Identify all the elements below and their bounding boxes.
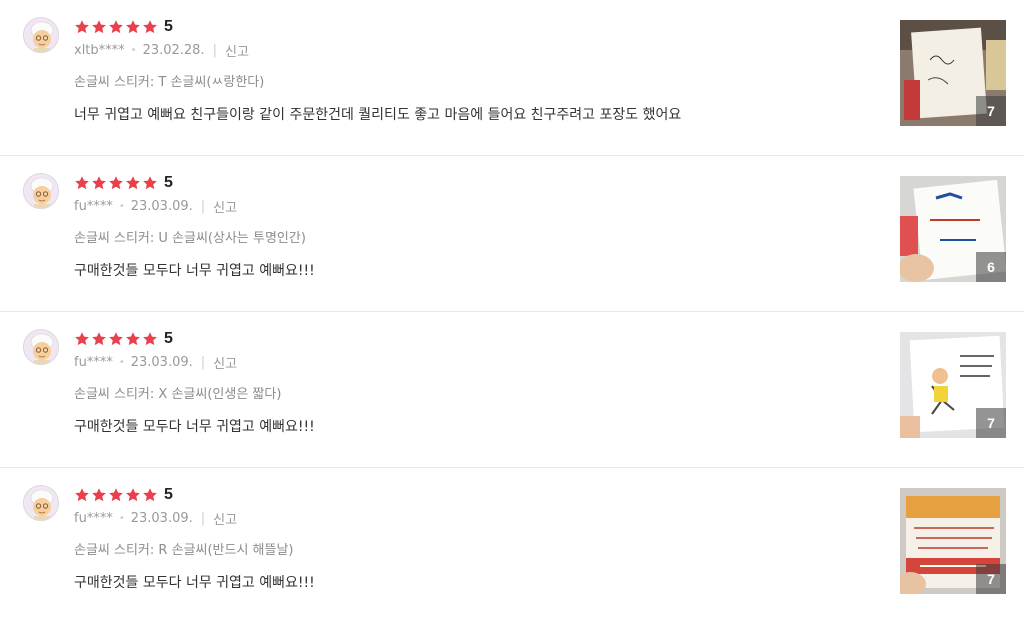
review-photo-thumbnail[interactable]: 7 xyxy=(900,332,1006,438)
report-link[interactable]: 신고 xyxy=(213,353,237,372)
character-avatar-icon xyxy=(24,18,58,52)
review-photo-thumbnail[interactable]: 6 xyxy=(900,176,1006,282)
reviewer-id: fu**** xyxy=(74,511,113,526)
star-icon xyxy=(75,20,89,34)
star-rating: 5 xyxy=(74,16,173,38)
star-icon xyxy=(92,488,106,502)
star-icon xyxy=(109,176,123,190)
stars xyxy=(74,331,158,347)
star-icon xyxy=(92,176,106,190)
review-photo-thumbnail[interactable]: 7 xyxy=(900,20,1006,126)
star-icon xyxy=(143,332,157,346)
meta-dot-separator: • xyxy=(118,201,125,212)
star-icon xyxy=(126,488,140,502)
review-meta: xltb**** • 23.02.28. | 신고 xyxy=(74,41,249,60)
review-text: 너무 귀엽고 예뻐요 친구들이랑 같이 주문한건데 퀄리티도 좋고 마음에 들어… xyxy=(74,107,682,123)
rating-score: 5 xyxy=(164,486,173,503)
photo-count-badge: 6 xyxy=(976,252,1006,282)
meta-bar-separator: | xyxy=(200,355,206,370)
user-avatar xyxy=(23,17,59,53)
stars xyxy=(74,487,158,503)
star-icon xyxy=(126,332,140,346)
star-icon xyxy=(109,20,123,34)
user-avatar xyxy=(23,173,59,209)
star-rating: 5 xyxy=(74,328,173,350)
stars xyxy=(74,175,158,191)
report-link[interactable]: 신고 xyxy=(213,197,237,216)
meta-dot-separator: • xyxy=(118,357,125,368)
photo-count-badge: 7 xyxy=(976,96,1006,126)
review-item: 5 fu**** • 23.03.09. | 신고 손글씨 스티커: U 손글씨… xyxy=(0,156,1024,312)
character-avatar-icon xyxy=(24,174,58,208)
user-avatar xyxy=(23,485,59,521)
star-rating: 5 xyxy=(74,484,173,506)
reviewer-id: fu**** xyxy=(74,355,113,370)
star-icon xyxy=(143,488,157,502)
review-date: 23.03.09. xyxy=(130,355,193,370)
star-icon xyxy=(75,488,89,502)
star-icon xyxy=(75,332,89,346)
character-avatar-icon xyxy=(24,330,58,364)
review-meta: fu**** • 23.03.09. | 신고 xyxy=(74,509,237,528)
star-icon xyxy=(143,176,157,190)
rating-score: 5 xyxy=(164,174,173,191)
photo-count-badge: 7 xyxy=(976,564,1006,594)
review-text: 구매한것들 모두다 너무 귀엽고 예뻐요!!! xyxy=(74,575,315,591)
star-icon xyxy=(109,332,123,346)
review-date: 23.03.09. xyxy=(130,199,193,214)
photo-count-badge: 7 xyxy=(976,408,1006,438)
review-photo-thumbnail[interactable]: 7 xyxy=(900,488,1006,594)
character-avatar-icon xyxy=(24,486,58,520)
review-date: 23.03.09. xyxy=(130,511,193,526)
review-meta: fu**** • 23.03.09. | 신고 xyxy=(74,197,237,216)
report-link[interactable]: 신고 xyxy=(225,41,249,60)
review-item: 5 fu**** • 23.03.09. | 신고 손글씨 스티커: X 손글씨… xyxy=(0,312,1024,468)
rating-score: 5 xyxy=(164,330,173,347)
star-icon xyxy=(92,332,106,346)
meta-bar-separator: | xyxy=(200,199,206,214)
purchased-option: 손글씨 스티커: X 손글씨(인생은 짧다) xyxy=(74,387,282,402)
meta-dot-separator: • xyxy=(130,45,137,56)
purchased-option: 손글씨 스티커: T 손글씨(ㅆ랑한다) xyxy=(74,75,265,90)
rating-score: 5 xyxy=(164,18,173,35)
review-item: 5 xltb**** • 23.02.28. | 신고 손글씨 스티커: T 손… xyxy=(0,0,1024,156)
star-rating: 5 xyxy=(74,172,173,194)
purchased-option: 손글씨 스티커: R 손글씨(반드시 해뜰날) xyxy=(74,543,294,558)
review-list: 5 xltb**** • 23.02.28. | 신고 손글씨 스티커: T 손… xyxy=(0,0,1024,601)
star-icon xyxy=(75,176,89,190)
stars xyxy=(74,19,158,35)
star-icon xyxy=(109,488,123,502)
star-icon xyxy=(92,20,106,34)
review-date: 23.02.28. xyxy=(142,43,205,58)
review-meta: fu**** • 23.03.09. | 신고 xyxy=(74,353,237,372)
reviewer-id: xltb**** xyxy=(74,43,125,58)
report-link[interactable]: 신고 xyxy=(213,509,237,528)
review-text: 구매한것들 모두다 너무 귀엽고 예뻐요!!! xyxy=(74,419,315,435)
meta-bar-separator: | xyxy=(212,43,217,58)
purchased-option: 손글씨 스티커: U 손글씨(상사는 투명인간) xyxy=(74,231,306,246)
star-icon xyxy=(126,176,140,190)
reviewer-id: fu**** xyxy=(74,199,113,214)
star-icon xyxy=(126,20,140,34)
user-avatar xyxy=(23,329,59,365)
meta-dot-separator: • xyxy=(118,513,125,524)
review-text: 구매한것들 모두다 너무 귀엽고 예뻐요!!! xyxy=(74,263,315,279)
star-icon xyxy=(143,20,157,34)
meta-bar-separator: | xyxy=(200,511,206,526)
